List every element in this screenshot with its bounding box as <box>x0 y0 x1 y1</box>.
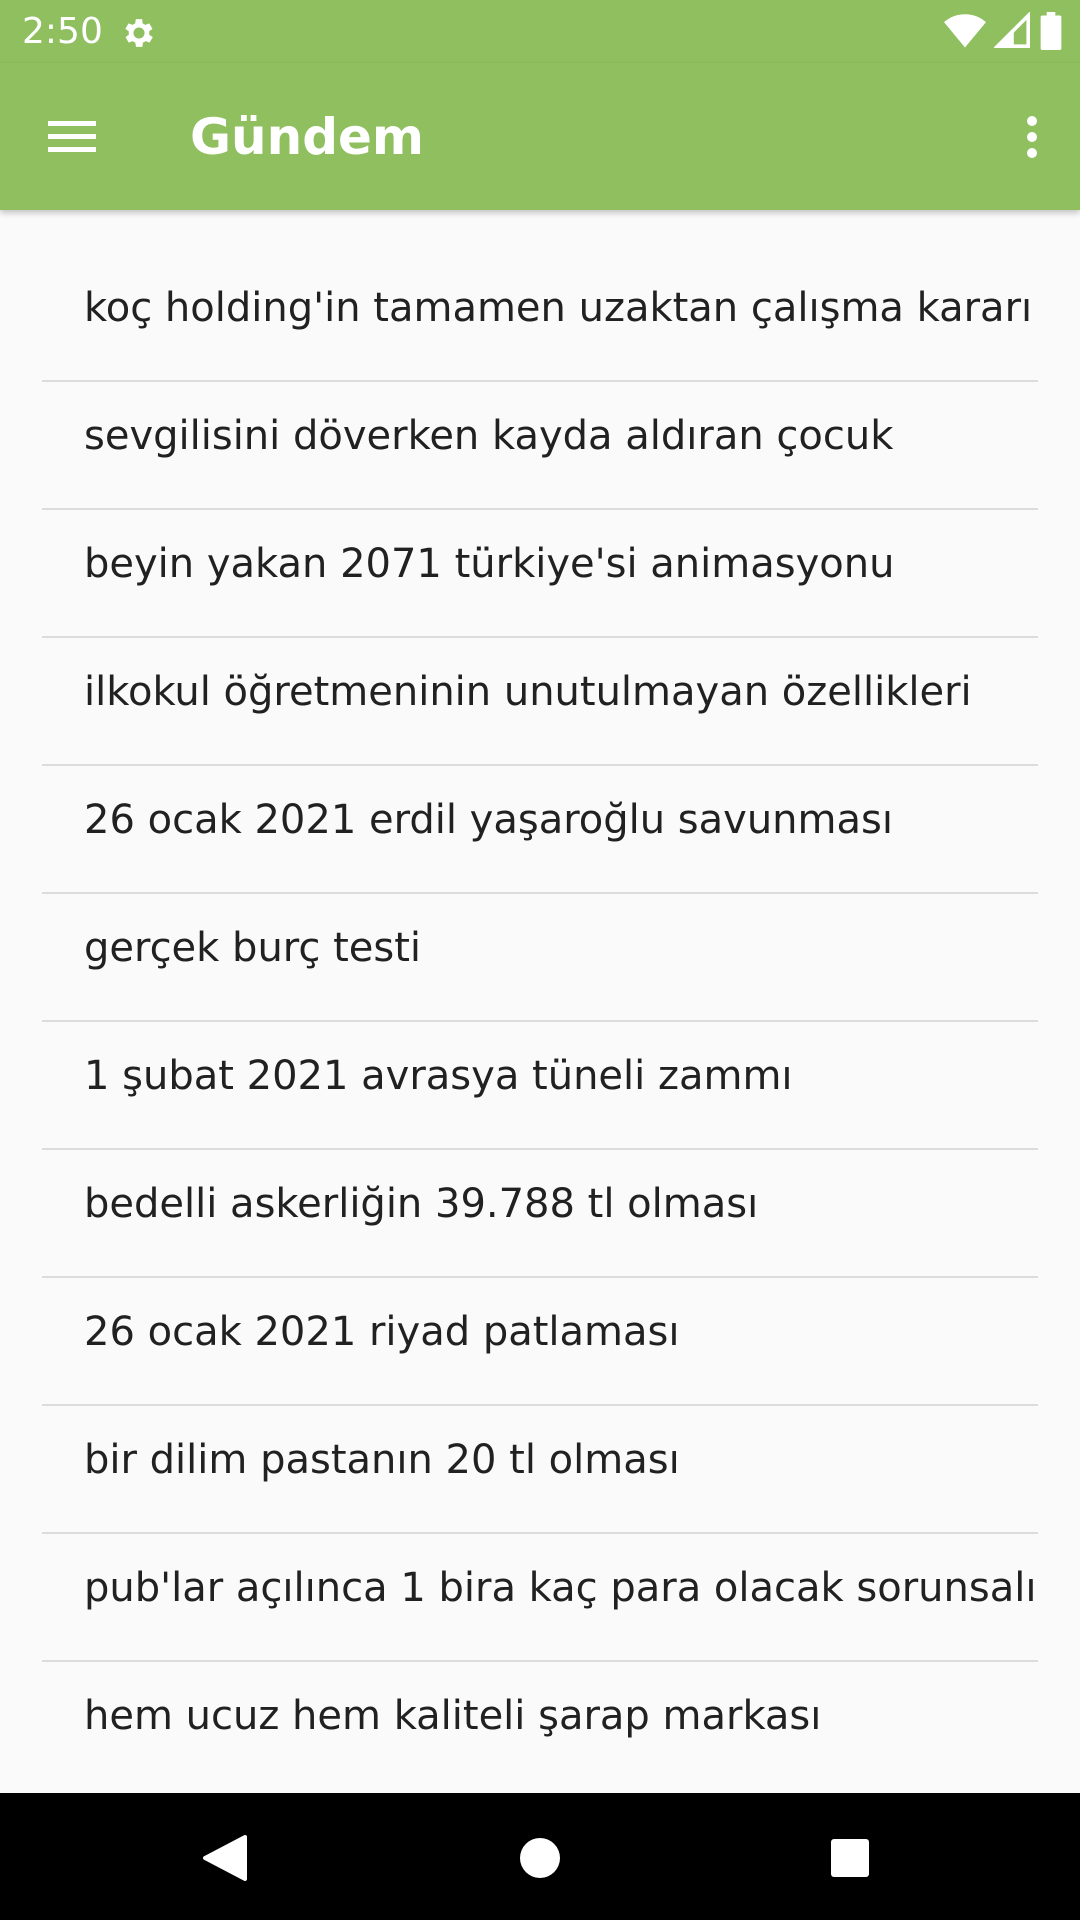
app-bar: Gündem <box>0 63 1080 210</box>
recents-square-icon <box>831 1839 869 1877</box>
cell-signal-icon <box>994 12 1030 48</box>
list-item-label: gerçek burç testi <box>84 925 421 971</box>
home-button[interactable] <box>495 1813 585 1903</box>
back-button[interactable] <box>179 1813 269 1903</box>
list-item-label: sevgilisini döverken kayda aldıran çocuk <box>84 413 894 459</box>
overflow-menu-button[interactable] <box>1002 103 1062 171</box>
home-circle-icon <box>520 1838 560 1878</box>
list-item[interactable]: pub'lar açılınca 1 bira kaç para olacak … <box>42 1534 1038 1662</box>
list-item-label: koç holding'in tamamen uzaktan çalışma k… <box>84 285 1033 331</box>
list-item[interactable]: 1 şubat 2021 avrasya tüneli zammı <box>42 1022 1038 1150</box>
list-item[interactable]: 26 ocak 2021 erdil yaşaroğlu savunması <box>42 766 1038 894</box>
page-title: Gündem <box>190 108 425 166</box>
list-item[interactable]: koç holding'in tamamen uzaktan çalışma k… <box>42 254 1038 382</box>
list-item-label: 1 şubat 2021 avrasya tüneli zammı <box>84 1053 793 1099</box>
list-item-label: hem ucuz hem kaliteli şarap markası <box>84 1693 822 1739</box>
list-item[interactable]: bir dilim pastanın 20 tl olması <box>42 1406 1038 1534</box>
navigation-bar <box>0 1793 1080 1920</box>
more-vert-icon <box>1027 116 1037 158</box>
list-item[interactable]: beyin yakan 2071 türkiye'si animasyonu <box>42 510 1038 638</box>
list-item-label: 26 ocak 2021 riyad patlaması <box>84 1309 680 1355</box>
status-bar: 2:50 <box>0 0 1080 63</box>
list-item-label: bir dilim pastanın 20 tl olması <box>84 1437 680 1483</box>
wifi-icon <box>944 14 986 48</box>
list-item-label: pub'lar açılınca 1 bira kaç para olacak … <box>84 1565 1037 1611</box>
list-item-label: 26 ocak 2021 erdil yaşaroğlu savunması <box>84 797 893 843</box>
settings-gear-icon <box>125 19 153 47</box>
list-item-label: ilkokul öğretmeninin unutulmayan özellik… <box>84 669 972 715</box>
topic-list[interactable]: koç holding'in tamamen uzaktan çalışma k… <box>0 210 1080 1753</box>
status-time: 2:50 <box>22 11 103 52</box>
list-item[interactable]: sevgilisini döverken kayda aldıran çocuk <box>42 382 1038 510</box>
list-item-label: beyin yakan 2071 türkiye'si animasyonu <box>84 541 895 587</box>
battery-icon <box>1040 12 1062 50</box>
recents-button[interactable] <box>805 1813 895 1903</box>
list-item[interactable]: bedelli askerliğin 39.788 tl olması <box>42 1150 1038 1278</box>
list-item[interactable]: hem ucuz hem kaliteli şarap markası <box>42 1662 1038 1753</box>
list-item-label: bedelli askerliğin 39.788 tl olması <box>84 1181 759 1227</box>
hamburger-menu-icon <box>48 121 96 152</box>
list-item[interactable]: 26 ocak 2021 riyad patlaması <box>42 1278 1038 1406</box>
list-item[interactable]: gerçek burç testi <box>42 894 1038 1022</box>
list-item[interactable]: ilkokul öğretmeninin unutulmayan özellik… <box>42 638 1038 766</box>
back-triangle-icon <box>203 1835 247 1881</box>
menu-button[interactable] <box>32 103 112 171</box>
